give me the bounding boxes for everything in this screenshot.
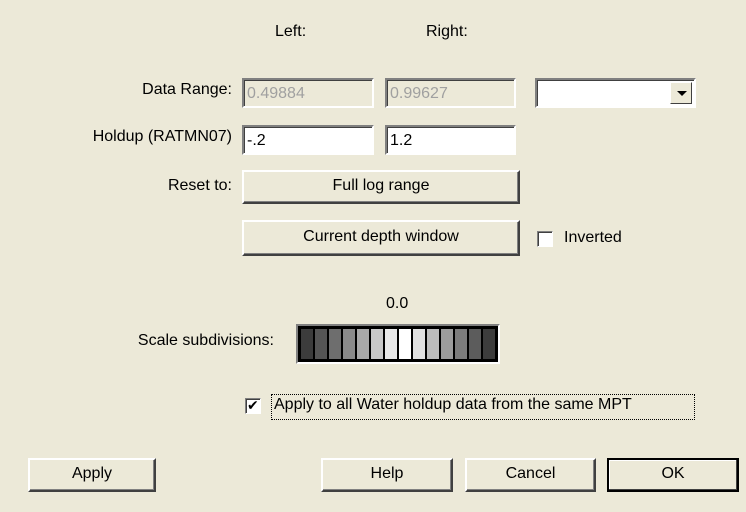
apply-all-label[interactable]: Apply to all Water holdup data from the … [274,396,632,414]
inverted-checkbox[interactable] [537,231,553,247]
scale-segment [343,329,355,359]
cancel-button[interactable]: Cancel [465,458,596,492]
current-depth-window-button[interactable]: Current depth window [242,220,520,256]
data-range-right-field: 0.99627 [385,78,516,108]
apply-all-checkbox[interactable]: ✔ [245,397,261,414]
scale-segment [469,329,481,359]
scale-segment [357,329,369,359]
scale-segment [329,329,341,359]
data-range-dropdown[interactable] [535,78,696,108]
scale-segment [427,329,439,359]
left-column-header: Left: [275,23,307,40]
scale-segment [399,329,411,359]
scale-segment [371,329,383,359]
inverted-label: Inverted [564,229,622,246]
scale-segment [483,329,495,359]
scale-subdivisions-slider[interactable] [296,324,500,364]
scale-segment [385,329,397,359]
full-log-range-button[interactable]: Full log range [242,170,520,204]
checkmark-icon: ✔ [247,397,259,413]
scale-value: 0.0 [386,295,409,312]
holdup-label: Holdup (RATMN07) [92,128,232,145]
scale-segment [315,329,327,359]
scale-subdivisions-label: Scale subdivisions: [137,332,274,349]
data-range-left-field: 0.49884 [242,78,374,108]
scale-segment [413,329,425,359]
right-column-header: Right: [426,23,468,40]
scale-segment [455,329,467,359]
chevron-down-icon[interactable] [670,82,692,104]
scale-segment [441,329,453,359]
scale-segment [301,329,313,359]
holdup-right-input[interactable]: 1.2 [385,125,516,155]
ok-button[interactable]: OK [607,458,739,492]
reset-to-label: Reset to: [167,177,232,194]
apply-button[interactable]: Apply [28,458,156,492]
help-button[interactable]: Help [321,458,453,492]
holdup-left-input[interactable]: -.2 [242,125,374,155]
data-range-label: Data Range: [142,81,232,98]
